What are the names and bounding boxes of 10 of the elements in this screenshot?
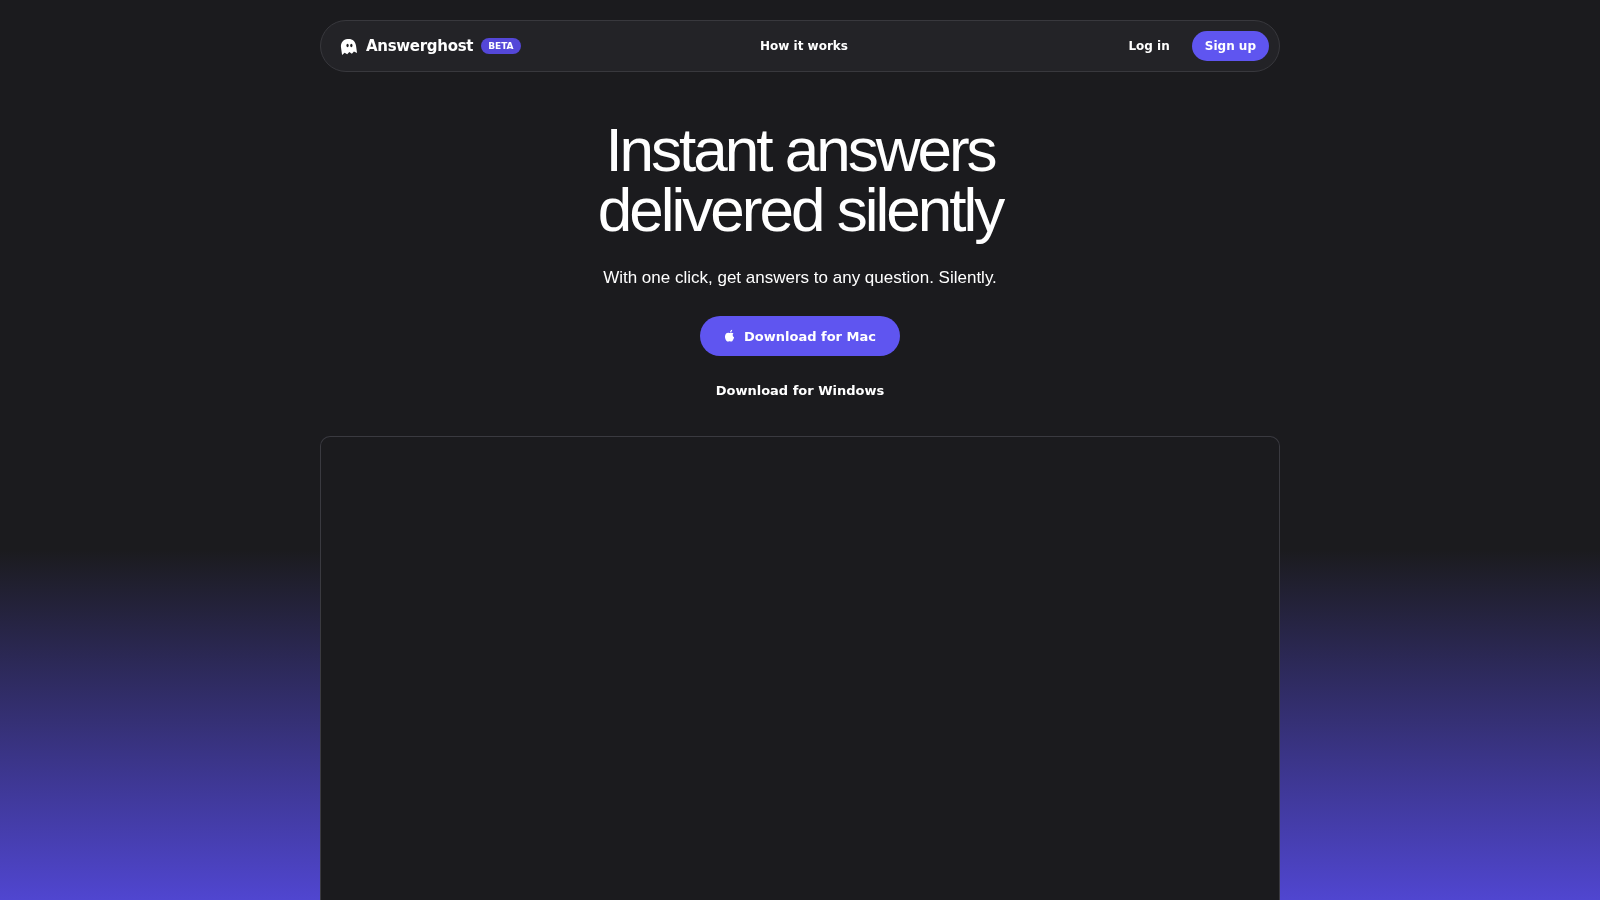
ghost-icon (339, 37, 358, 55)
beta-badge: BETA (481, 38, 521, 54)
download-mac-button[interactable]: Download for Mac (700, 316, 900, 356)
brand-link[interactable]: Answerghost (366, 37, 474, 55)
download-windows-link[interactable]: Download for Windows (715, 383, 885, 398)
login-link[interactable]: Log in (1128, 39, 1170, 53)
hero-subtitle: With one click, get answers to any question. Silently. (603, 268, 997, 288)
signup-button[interactable]: Sign up (1191, 31, 1269, 61)
apple-icon (724, 329, 737, 343)
nav-link[interactable]: How it works (760, 39, 848, 53)
